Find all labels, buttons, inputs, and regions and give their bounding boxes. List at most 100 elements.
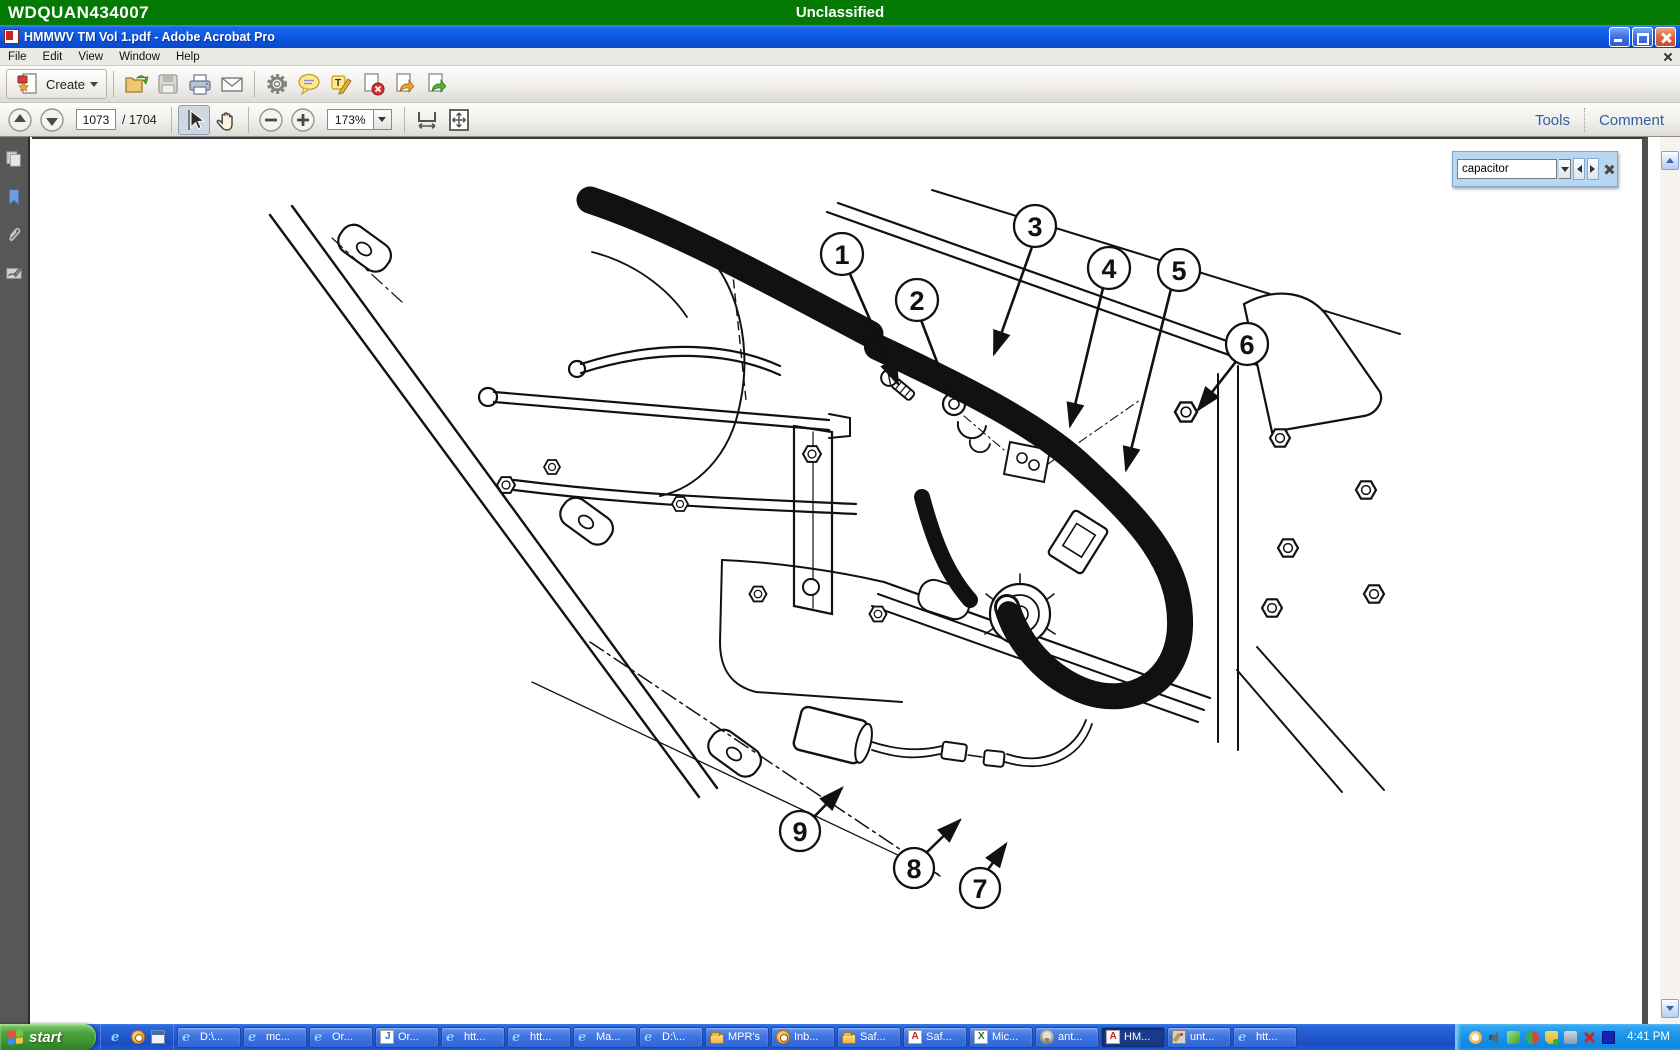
toolbar-close-icon[interactable]: [1662, 51, 1674, 63]
taskbar-button-13[interactable]: ant...: [1035, 1027, 1099, 1048]
taskbar-button-0[interactable]: D:\...: [177, 1027, 241, 1048]
save-icon: [155, 71, 181, 97]
network-icon[interactable]: [1526, 1031, 1539, 1044]
taskbar-button-4[interactable]: htt...: [441, 1027, 505, 1048]
system-tray: 4:41 PM: [1455, 1024, 1680, 1050]
find-dropdown-button[interactable]: [1559, 159, 1571, 179]
bookmarks-icon[interactable]: [5, 187, 23, 207]
sign-button[interactable]: T: [325, 69, 357, 99]
disconnect-icon[interactable]: [1583, 1031, 1596, 1044]
ie-icon: [644, 1030, 658, 1044]
taskbar-button-7[interactable]: D:\...: [639, 1027, 703, 1048]
taskbar-button-label: htt...: [1256, 1031, 1277, 1043]
taskbar-button-14[interactable]: HM...: [1101, 1027, 1165, 1048]
taskbar-button-5[interactable]: htt...: [507, 1027, 571, 1048]
taskbar-button-16[interactable]: htt...: [1233, 1027, 1297, 1048]
scroll-down-button[interactable]: [1661, 999, 1679, 1018]
close-button[interactable]: [1655, 27, 1676, 47]
settings-button[interactable]: [261, 69, 293, 99]
minimize-button[interactable]: [1609, 27, 1630, 47]
taskbar-button-8[interactable]: MPR's: [705, 1027, 769, 1048]
agent-icon[interactable]: [1507, 1031, 1520, 1044]
taskbar-button-10[interactable]: Saf...: [837, 1027, 901, 1048]
taskbar-button-15[interactable]: unt...: [1167, 1027, 1231, 1048]
open-button[interactable]: [120, 69, 152, 99]
zoom-out-button[interactable]: [255, 105, 287, 135]
zoom-dropdown-button[interactable]: [373, 109, 392, 130]
zoom-level-control[interactable]: 173%: [327, 109, 392, 130]
scroll-up-button[interactable]: [1661, 151, 1679, 170]
page-number-input[interactable]: [76, 109, 116, 130]
taskbar-button-label: htt...: [530, 1031, 551, 1043]
print-button[interactable]: [184, 69, 216, 99]
taskbar-button-label: unt...: [1190, 1031, 1214, 1043]
previous-page-button[interactable]: [4, 105, 36, 135]
volume-icon[interactable]: [1488, 1031, 1501, 1044]
folder-icon: [842, 1034, 856, 1044]
vertical-scrollbar[interactable]: [1660, 137, 1680, 1024]
zoom-in-button[interactable]: [287, 105, 319, 135]
display-icon[interactable]: [1602, 1031, 1615, 1044]
restore-button[interactable]: [1632, 27, 1653, 47]
chevron-down-icon: [1561, 167, 1569, 172]
select-tool-button[interactable]: [178, 105, 210, 135]
ie-icon: [182, 1030, 196, 1044]
winapp-icon[interactable]: [151, 1030, 165, 1044]
ie-icon[interactable]: [111, 1030, 125, 1044]
export-page-button[interactable]: [389, 69, 421, 99]
taskbar-button-label: ant...: [1058, 1031, 1082, 1043]
shield-icon[interactable]: [1545, 1031, 1558, 1044]
taskbar-button-2[interactable]: Or...: [309, 1027, 373, 1048]
next-page-icon: [39, 107, 65, 133]
find-input[interactable]: [1457, 159, 1557, 179]
menu-help[interactable]: Help: [168, 50, 208, 64]
boom-icon: [1040, 1030, 1054, 1044]
chevron-down-icon: [378, 117, 386, 122]
email-button[interactable]: [216, 69, 248, 99]
hand-tool-button[interactable]: [210, 105, 242, 135]
ie-icon: [248, 1030, 262, 1044]
attachments-icon[interactable]: [5, 225, 23, 245]
comment-panel-button[interactable]: Comment: [1599, 112, 1664, 129]
menu-window[interactable]: Window: [111, 50, 168, 64]
outlook-icon[interactable]: [131, 1030, 145, 1044]
find-next-button[interactable]: [1587, 158, 1599, 180]
comment-button[interactable]: [293, 69, 325, 99]
menu-bar: File Edit View Window Help: [0, 48, 1680, 66]
classification-banner: WDQUAN434007 Unclassified: [0, 0, 1680, 25]
reminder-icon[interactable]: [1469, 1031, 1482, 1044]
taskbar-button-9[interactable]: Inb...: [771, 1027, 835, 1048]
taskbar-button-label: htt...: [464, 1031, 485, 1043]
tools-panel-button[interactable]: Tools: [1535, 112, 1570, 129]
find-close-button[interactable]: [1603, 163, 1613, 176]
delete-page-button[interactable]: [357, 69, 389, 99]
taskbar-button-12[interactable]: Mic...: [969, 1027, 1033, 1048]
menu-view[interactable]: View: [70, 50, 111, 64]
delete-page-icon: [360, 71, 386, 97]
previous-result-icon: [1577, 165, 1582, 173]
taskbar-button-1[interactable]: mc...: [243, 1027, 307, 1048]
taskbar-button-11[interactable]: Saf...: [903, 1027, 967, 1048]
callout-6: 6: [1226, 323, 1268, 365]
scroll-mode-button[interactable]: [411, 105, 443, 135]
technical-figure: 1 2 3 4 5 6 7 8 9: [32, 2, 1680, 1050]
device-icon[interactable]: [1564, 1031, 1577, 1044]
start-button[interactable]: start: [0, 1024, 96, 1050]
signatures-icon[interactable]: [5, 263, 23, 283]
pdf-page[interactable]: 1 2 3 4 5 6 7 8 9: [32, 137, 1648, 1024]
taskbar-button-6[interactable]: Ma...: [573, 1027, 637, 1048]
page-thumbnails-icon[interactable]: [5, 149, 23, 169]
create-button[interactable]: Create: [6, 69, 107, 99]
find-previous-button[interactable]: [1573, 158, 1585, 180]
paint-icon: [1172, 1030, 1186, 1044]
menu-edit[interactable]: Edit: [35, 50, 71, 64]
svg-text:3: 3: [1027, 212, 1042, 242]
next-page-button[interactable]: [36, 105, 68, 135]
folder-icon: [710, 1034, 724, 1044]
menu-file[interactable]: File: [0, 50, 35, 64]
taskbar-button-3[interactable]: Or...: [375, 1027, 439, 1048]
save-button[interactable]: [152, 69, 184, 99]
taskbar-button-label: HM...: [1124, 1031, 1150, 1043]
share-page-button[interactable]: [421, 69, 453, 99]
fit-page-button[interactable]: [443, 105, 475, 135]
